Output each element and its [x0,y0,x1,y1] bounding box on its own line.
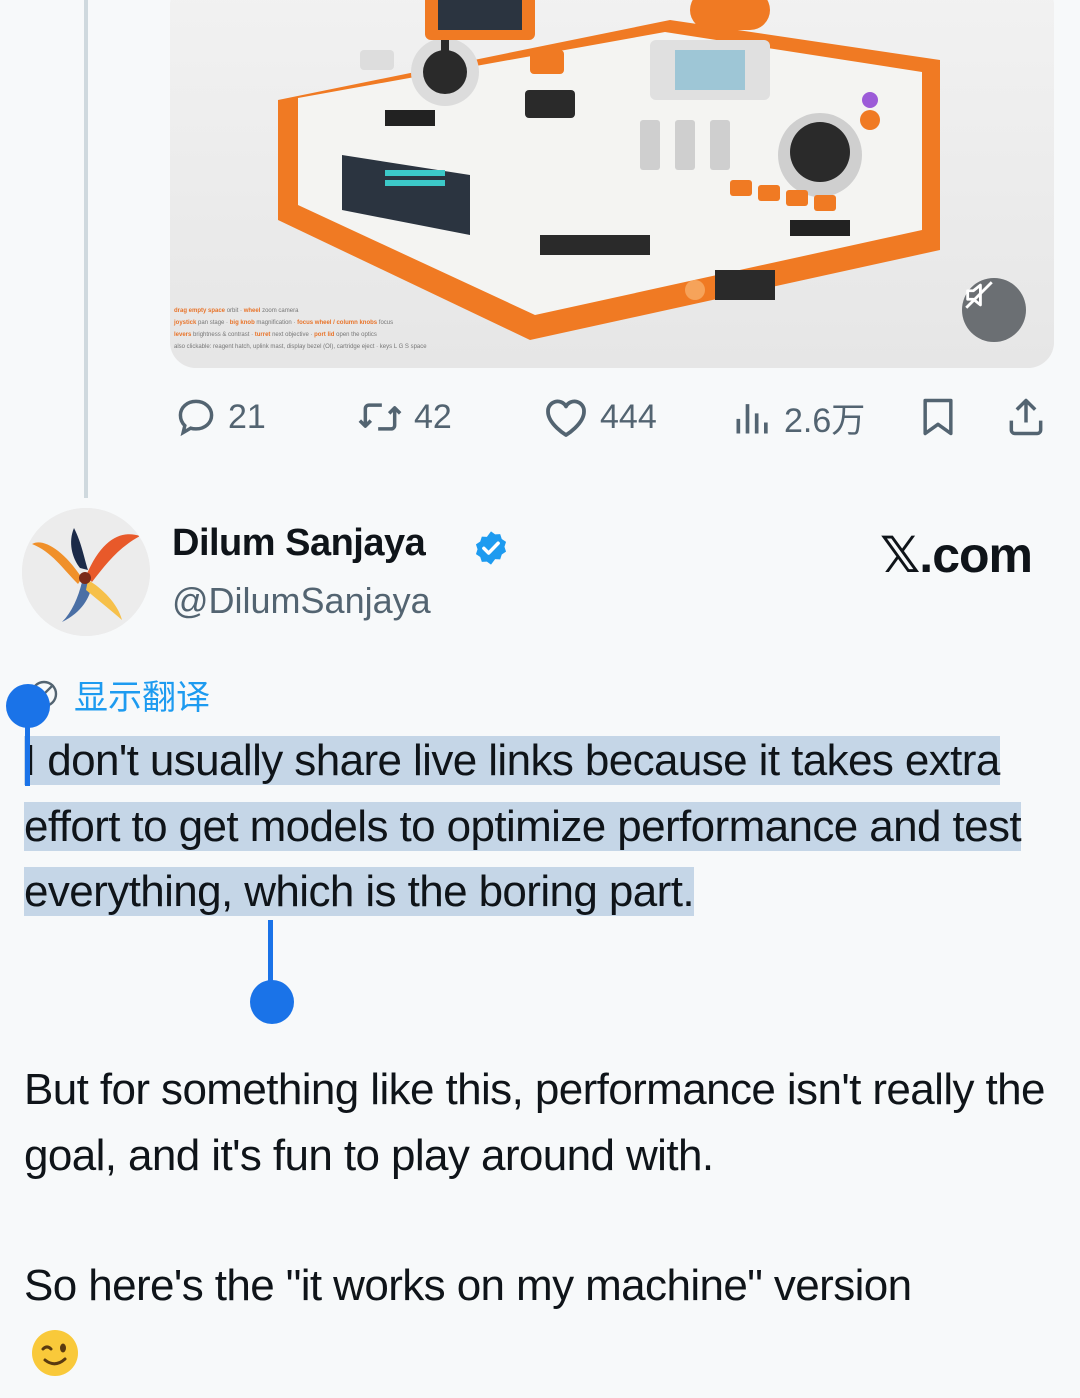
author-handle[interactable]: @DilumSanjaya [172,580,431,622]
selection-start-caret [25,706,30,786]
views-count: 2.6万 [784,401,866,440]
verified-badge-icon [475,531,507,565]
repost-icon [358,403,402,431]
views-chart-icon [736,404,768,434]
tweet-action-bar: 21 42 444 2.6万 [170,390,1054,444]
controls-hint-line: also clickable: reagent hatch, uplink ma… [174,344,427,350]
bookmark-icon [923,398,953,436]
controls-hint-line: drag empty space orbit · wheel zoom came… [174,308,299,314]
repost-count: 42 [414,397,452,436]
author-name[interactable]: Dilum Sanjaya [172,522,426,565]
winking-face-emoji [32,1330,78,1376]
muted-speaker-icon [965,281,993,309]
device-render-image [170,0,1054,368]
share-icon [1009,398,1043,436]
abstract-bird-art-icon [22,508,150,636]
tweet-text-paragraph[interactable]: But for something like this, performance… [24,1057,1054,1188]
share-button[interactable] [1004,390,1048,444]
repost-button[interactable]: 42 [356,390,452,444]
selection-end-handle[interactable] [250,980,294,1024]
mute-button[interactable] [962,278,1026,342]
tweet-media-video[interactable]: drag empty space orbit · wheel zoom came… [170,0,1054,368]
like-button[interactable]: 444 [542,390,657,444]
heart-icon [546,399,586,437]
show-translation-link[interactable]: 显示翻译 [28,672,210,718]
views-button[interactable]: 2.6万 [732,390,865,444]
bookmark-button[interactable] [916,390,960,444]
tweet-text-paragraph[interactable]: I don't usually share live links because… [24,728,1054,925]
x-com-watermark: 𝕏.com [880,527,1033,583]
tweet-text-paragraph[interactable]: So here's the "it works on my machine" v… [24,1253,1054,1319]
selection-end-caret [268,920,273,986]
reply-button[interactable]: 21 [174,390,266,444]
author-avatar[interactable] [22,508,150,636]
reply-count: 21 [228,397,266,436]
controls-hint-line: joystick pan stage · big knob magnificat… [174,320,394,326]
controls-hint-line: levers brightness & contrast · turret ne… [174,332,377,338]
thread-connector-line [84,0,88,498]
selected-text: I don't usually share live links because… [24,736,1022,916]
reply-icon [178,399,214,437]
like-count: 444 [600,397,657,436]
show-translation-label: 显示翻译 [74,677,210,718]
